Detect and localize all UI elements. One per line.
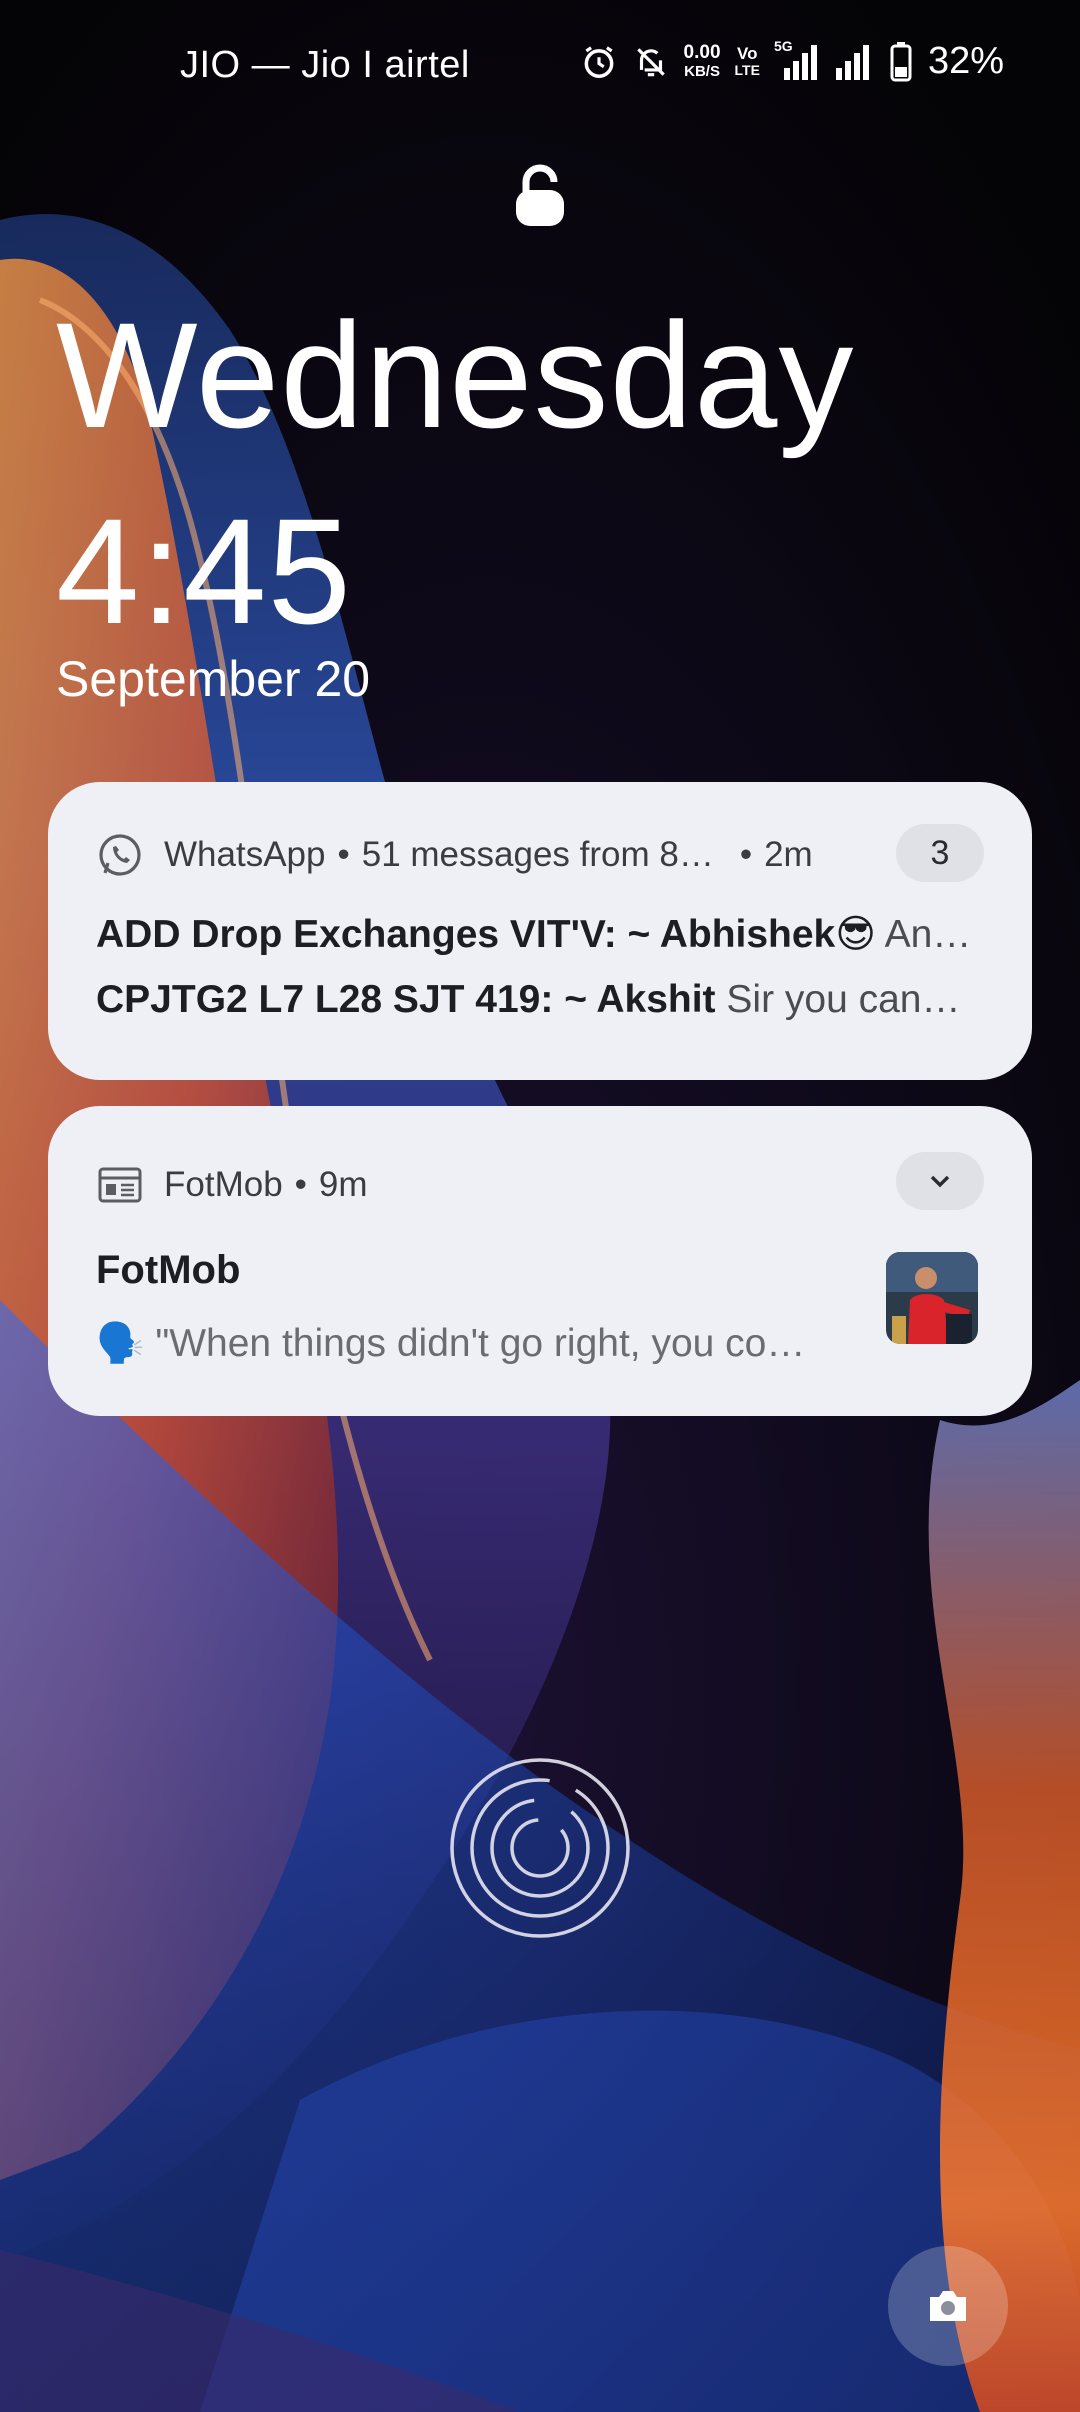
notification-thumbnail	[886, 1252, 978, 1344]
chevron-down-icon	[930, 1175, 950, 1188]
alarm-icon	[584, 45, 613, 78]
notification-header: FotMob • 9m	[96, 1160, 984, 1210]
notification-age: 2m	[764, 835, 813, 874]
net-speed-unit: KB/S	[684, 62, 720, 80]
message-sender: CPJTG2 L7 L28 SJT 419: ~ Akshit	[96, 978, 716, 1021]
player-image	[886, 1252, 978, 1344]
notification-title: FotMob	[96, 1248, 241, 1292]
battery-icon	[890, 41, 912, 81]
carrier-label: JIO — Jio I airtel	[180, 44, 470, 86]
whatsapp-notification[interactable]: WhatsApp • 51 messages from 8… • 2m 3 AD…	[48, 782, 1032, 1080]
volte-top: Vo	[737, 43, 758, 63]
message-sender: ADD Drop Exchanges VIT'V: ~ Abhishek😎	[96, 913, 876, 956]
signal-5g: 5G	[774, 38, 820, 82]
clock-time: 4:45	[56, 487, 352, 655]
net-speed-value: 0.00	[683, 41, 721, 63]
status-icons: 0.00 KB/S Vo LTE 5G 32%	[580, 38, 1004, 83]
signal-icon	[783, 44, 817, 80]
volte-bottom: LTE	[734, 61, 760, 78]
day-label: Wednesday	[56, 291, 855, 459]
app-name: FotMob	[164, 1165, 283, 1204]
notification-header: WhatsApp • 51 messages from 8… • 2m	[96, 830, 984, 880]
battery-percent: 32%	[927, 40, 1004, 82]
message-text: An…	[884, 913, 972, 956]
separator-dot: •	[337, 835, 350, 874]
message-line: CPJTG2 L7 L28 SJT 419: ~ Akshit Sir you …	[96, 978, 980, 1022]
whatsapp-icon	[99, 834, 141, 876]
message-count-badge[interactable]: 3	[896, 824, 984, 882]
volte-badge: Vo LTE	[735, 45, 760, 79]
message-text: Sir you can…	[726, 978, 961, 1021]
fingerprint-icon[interactable]	[448, 1756, 632, 1940]
signal-icon	[835, 44, 869, 80]
message-line: ADD Drop Exchanges VIT'V: ~ Abhishek😎 An…	[96, 912, 980, 957]
notification-age: 9m	[318, 1165, 368, 1204]
expand-button[interactable]	[896, 1152, 984, 1210]
date-label: September 20	[56, 651, 371, 707]
notification-summary: 51 messages from 8…	[361, 835, 714, 874]
separator-dot: •	[739, 835, 753, 874]
bell-off-icon	[636, 47, 665, 76]
fotmob-notification[interactable]: FotMob • 9m FotMob 🗣️ "When things didn'…	[48, 1106, 1032, 1416]
lock-icon[interactable]	[512, 164, 568, 228]
separator-dot: •	[294, 1165, 307, 1204]
camera-icon	[930, 2291, 966, 2321]
notification-text: 🗣️ "When things didn't go right, you co…	[96, 1322, 806, 1365]
app-name: WhatsApp	[164, 835, 326, 874]
camera-button[interactable]	[888, 2246, 1008, 2366]
status-bar: JIO — Jio I airtel 0.00 KB/S Vo LTE 5G 3…	[0, 0, 1080, 130]
net-speed: 0.00 KB/S	[684, 43, 721, 81]
news-icon	[98, 1167, 142, 1203]
